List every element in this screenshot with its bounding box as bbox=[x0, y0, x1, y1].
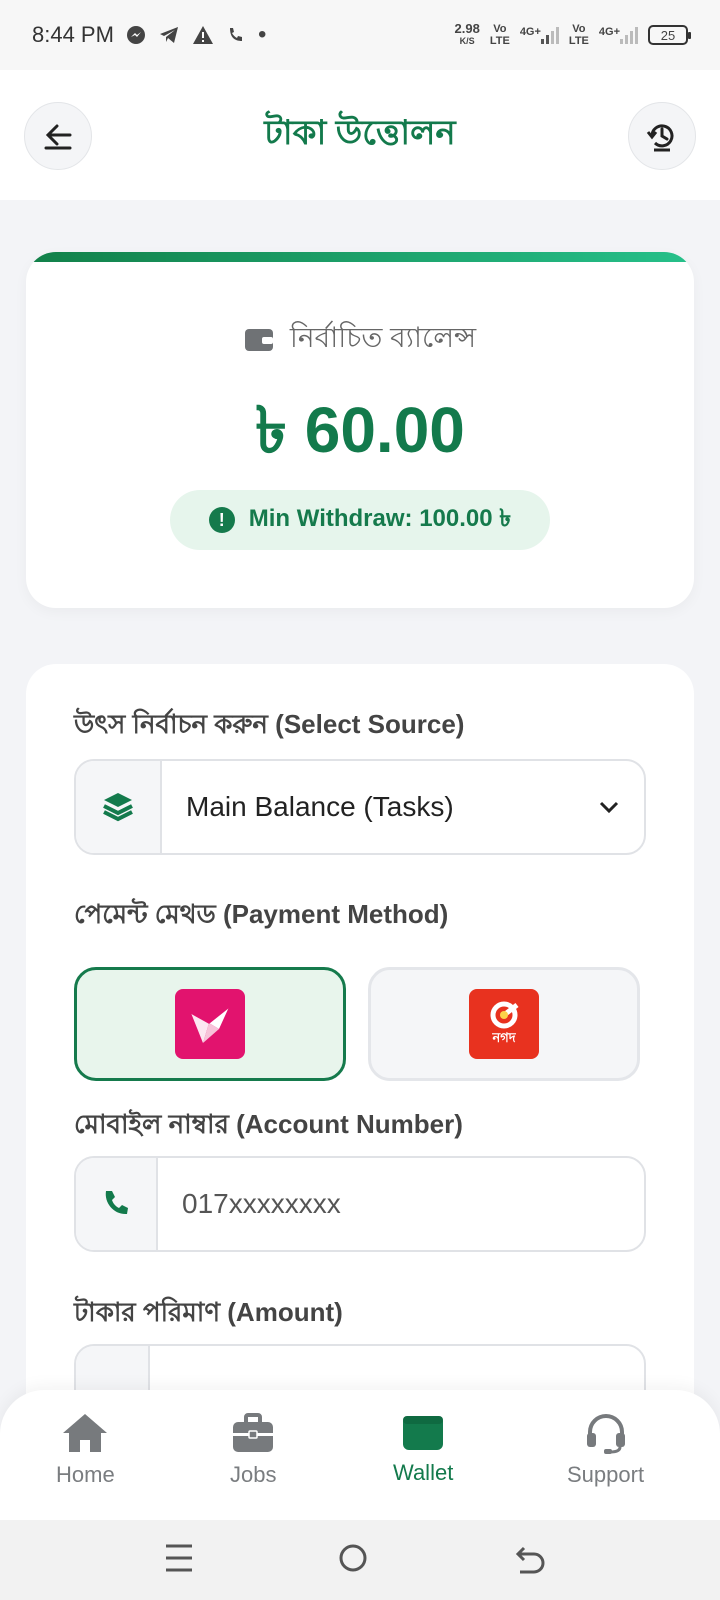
nav-support[interactable]: Support bbox=[567, 1412, 644, 1488]
more-dot-icon: • bbox=[257, 21, 267, 48]
volte-1: Vo LTE bbox=[489, 23, 510, 47]
notification-icons: • bbox=[126, 21, 266, 49]
recents-button[interactable] bbox=[164, 1540, 194, 1581]
history-icon bbox=[646, 124, 674, 152]
layers-icon bbox=[103, 793, 133, 822]
signal-1: 4G+ bbox=[520, 26, 559, 44]
bkash-option[interactable] bbox=[74, 967, 346, 1081]
home-icon bbox=[63, 1414, 108, 1452]
system-status: 2.98 K/S Vo LTE 4G+ Vo LTE 4G+ 25 bbox=[454, 21, 691, 47]
circle-icon bbox=[339, 1544, 367, 1572]
app-header: টাকা উত্তোলন bbox=[0, 70, 720, 200]
briefcase-icon bbox=[233, 1413, 274, 1452]
back-nav-button[interactable] bbox=[514, 1540, 546, 1581]
signal-bars-icon bbox=[540, 26, 559, 44]
messenger-icon bbox=[126, 26, 145, 44]
balance-card: নির্বাচিত ব্যালেন্স ৳ 60.00 ! Min Withdr… bbox=[26, 252, 694, 608]
signal-2: 4G+ bbox=[599, 26, 638, 44]
withdraw-form: উৎস নির্বাচন করুন (Select Source) Main B… bbox=[26, 664, 694, 1440]
menu-icon bbox=[166, 1544, 192, 1572]
exclamation-icon: ! bbox=[208, 507, 235, 533]
status-bar: 8:44 PM • 2.98 K/S Vo LTE 4G+ Vo LTE 4G+ 2… bbox=[0, 0, 720, 70]
battery-icon: 25 bbox=[648, 25, 691, 45]
source-label: উৎস নির্বাচন করুন (Select Source) bbox=[74, 709, 465, 739]
history-button[interactable] bbox=[628, 102, 696, 170]
telegram-icon bbox=[159, 27, 178, 43]
signal-bars-icon bbox=[620, 26, 638, 44]
amount-label: টাকার পরিমাণ (Amount) bbox=[74, 1297, 343, 1327]
nav-home[interactable]: Home bbox=[56, 1412, 115, 1488]
nagad-option[interactable]: নগদ bbox=[368, 967, 640, 1081]
nagad-logo: নগদ bbox=[469, 989, 539, 1059]
phone-icon bbox=[105, 1191, 128, 1215]
account-number-input[interactable] bbox=[158, 1158, 644, 1250]
bkash-logo bbox=[175, 989, 245, 1059]
balance-amount: ৳ 60.00 bbox=[255, 394, 465, 466]
arrow-left-icon bbox=[44, 124, 72, 150]
home-button[interactable] bbox=[338, 1540, 368, 1581]
min-withdraw-badge: ! Min Withdraw: 100.00 ৳ bbox=[170, 490, 550, 550]
back-button[interactable] bbox=[24, 102, 92, 170]
system-nav-bar bbox=[0, 1520, 720, 1600]
headset-icon bbox=[586, 1414, 625, 1454]
call-wifi-icon bbox=[229, 28, 242, 41]
page-title: টাকা উত্তোলন bbox=[264, 113, 456, 152]
return-icon bbox=[515, 1546, 545, 1574]
payment-method-label: পেমেন্ট মেথড (Payment Method) bbox=[74, 899, 449, 929]
phone-icon-box bbox=[76, 1158, 158, 1250]
status-time: 8:44 PM bbox=[32, 22, 114, 47]
chevron-down-icon bbox=[574, 795, 644, 819]
bottom-nav: Home Jobs Wallet Support bbox=[0, 1390, 720, 1520]
card-accent-bar bbox=[26, 252, 694, 262]
wallet-icon bbox=[244, 328, 273, 351]
balance-label: নির্বাচিত ব্যালেন্স bbox=[26, 316, 694, 363]
warning-icon bbox=[192, 26, 213, 44]
nav-wallet[interactable]: Wallet bbox=[393, 1412, 453, 1486]
source-value: Main Balance (Tasks) bbox=[186, 791, 454, 822]
account-number-field bbox=[74, 1156, 646, 1252]
net-speed: 2.98 K/S bbox=[454, 21, 480, 46]
nav-jobs[interactable]: Jobs bbox=[230, 1412, 276, 1488]
source-icon-box bbox=[76, 761, 162, 853]
wallet-icon bbox=[403, 1416, 444, 1450]
volte-2: Vo LTE bbox=[568, 23, 589, 47]
source-select[interactable]: Main Balance (Tasks) bbox=[74, 759, 646, 855]
account-number-label: মোবাইল নাম্বার (Account Number) bbox=[74, 1109, 463, 1139]
